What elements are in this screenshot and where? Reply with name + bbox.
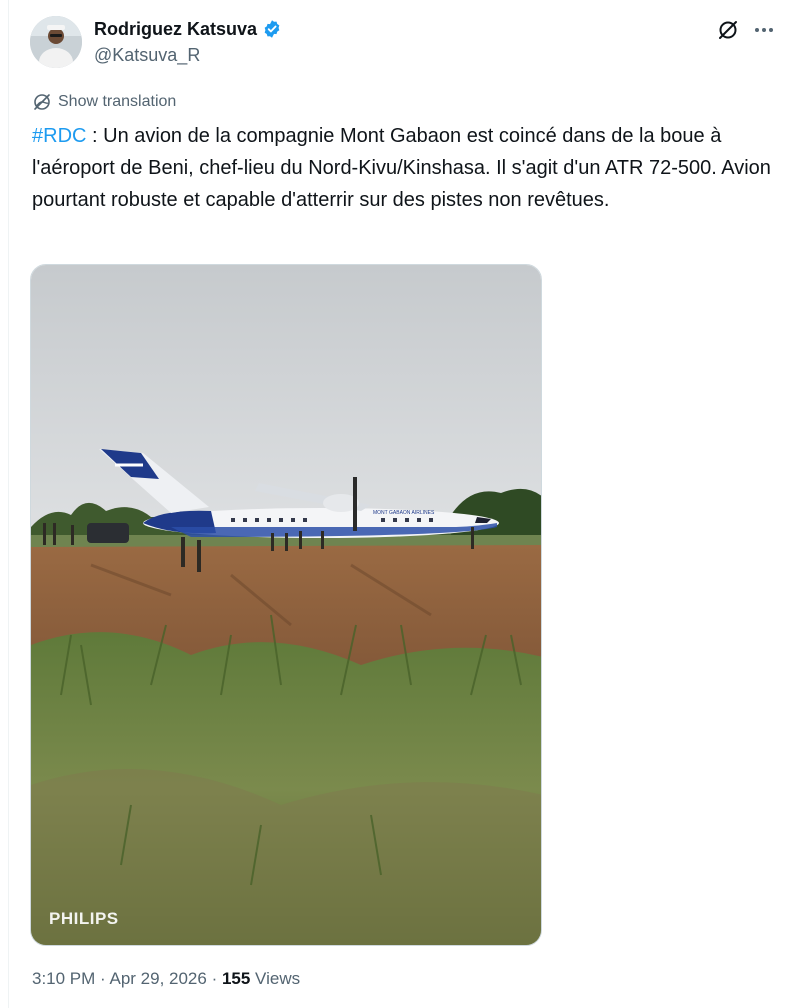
tweet-meta: 3:10 PM · Apr 29, 2026 · 155 Views (32, 968, 300, 990)
avatar[interactable] (30, 16, 82, 68)
tweet-text: #RDC : Un avion de la compagnie Mont Gab… (32, 120, 782, 216)
show-translation-link[interactable]: Show translation (32, 92, 176, 112)
globe-icon (32, 92, 52, 112)
tweet-body: : Un avion de la compagnie Mont Gabaon e… (32, 125, 771, 211)
tweet-photo[interactable]: MONT GABAON AIRLINES PHILIPS (30, 264, 542, 946)
verified-badge-icon[interactable] (262, 19, 282, 39)
author-handle[interactable]: @Katsuva_R (94, 44, 200, 66)
meta-separator-2: · (206, 969, 222, 988)
meta-separator: · (95, 969, 110, 988)
tweet-time[interactable]: 3:10 PM (32, 969, 95, 988)
timeline-divider (8, 0, 9, 1008)
tweet-date[interactable]: Apr 29, 2026 (109, 969, 206, 988)
hashtag-link[interactable]: #RDC (32, 125, 86, 147)
views-count: 155 (221, 969, 251, 988)
grok-icon[interactable] (716, 18, 740, 42)
show-translation-label: Show translation (58, 93, 177, 110)
display-name[interactable]: Rodriguez Katsuva (94, 18, 257, 40)
views-label: Views (250, 969, 301, 988)
more-dots-icon[interactable] (750, 16, 778, 44)
photo-watermark: PHILIPS (49, 909, 119, 928)
aircraft-livery-text: MONT GABAON AIRLINES (373, 510, 435, 516)
tweet-header: Rodriguez Katsuva @Katsuva_R (30, 14, 780, 70)
